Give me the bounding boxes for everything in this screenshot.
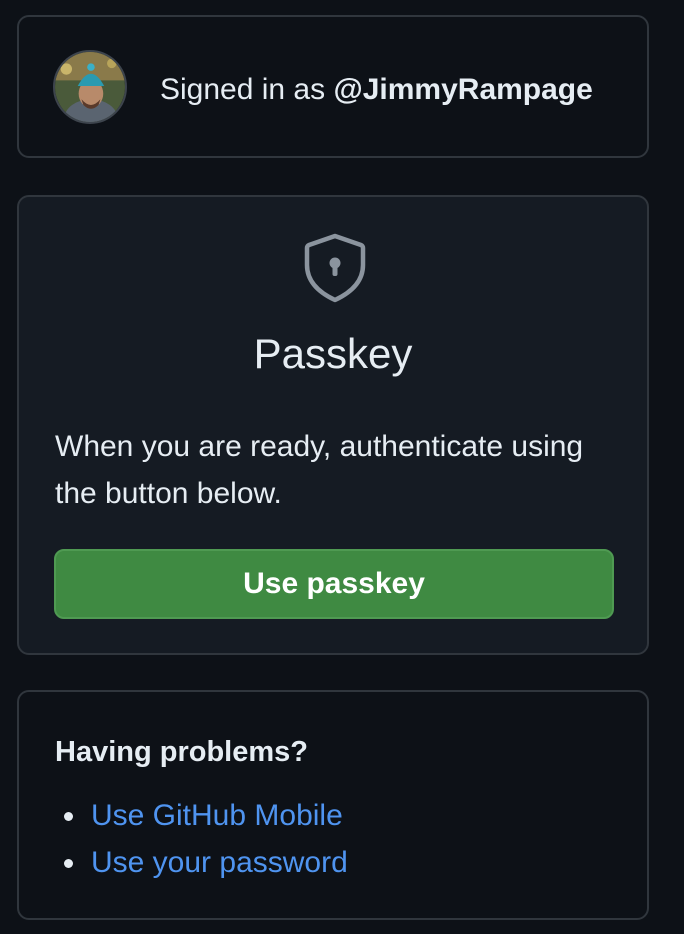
- having-problems-title: Having problems?: [55, 736, 308, 768]
- bullet-icon: [64, 859, 73, 868]
- signed-in-panel: Signed in as @JimmyRampage: [17, 15, 649, 158]
- list-item: Use GitHub Mobile: [55, 796, 348, 843]
- use-passkey-button[interactable]: Use passkey: [54, 549, 614, 619]
- passkey-description: When you are ready, authenticate using t…: [55, 430, 584, 510]
- avatar-image: [55, 52, 125, 122]
- use-password-link[interactable]: Use your password: [91, 846, 348, 879]
- bullet-icon: [64, 812, 73, 821]
- list-item: Use your password: [55, 843, 348, 890]
- passkey-title: Passkey: [253, 330, 413, 377]
- having-problems-panel: Having problems? Use GitHub Mobile Use y…: [17, 690, 649, 920]
- signed-in-username: @JimmyRampage: [333, 73, 593, 106]
- alternative-methods-list: Use GitHub Mobile Use your password: [55, 796, 348, 890]
- shield-lock-icon: [303, 233, 367, 303]
- use-github-mobile-link[interactable]: Use GitHub Mobile: [91, 799, 343, 832]
- signed-in-label: Signed in as @JimmyRampage: [160, 71, 593, 109]
- signed-in-prefix: Signed in as: [160, 73, 326, 106]
- passkey-panel: Passkey When you are ready, authenticate…: [17, 195, 649, 655]
- avatar[interactable]: [53, 50, 127, 124]
